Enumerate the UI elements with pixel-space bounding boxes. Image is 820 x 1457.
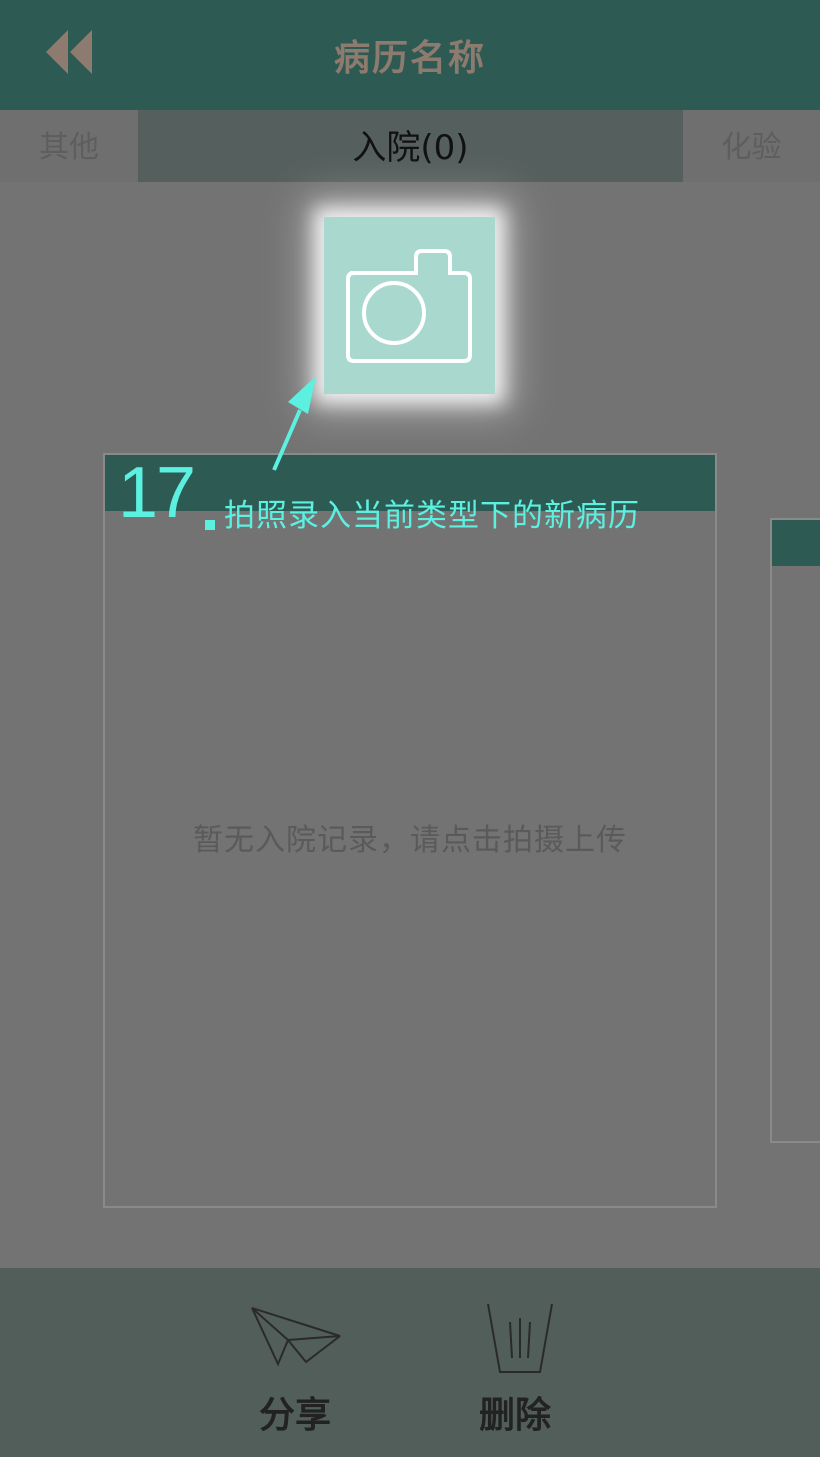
delete-label: 删除 [478, 1395, 551, 1436]
camera-icon [346, 249, 472, 363]
delete-button[interactable]: 删除 [460, 1298, 570, 1448]
app-header: 病历名称 [0, 0, 820, 110]
pointer-arrow-icon [272, 376, 316, 471]
tutorial-step-number: 17 [118, 453, 196, 533]
next-record-card [770, 518, 820, 1143]
next-card-header [772, 520, 820, 566]
tab-admission[interactable]: 入院(0) [138, 110, 683, 182]
tab-bar: 其他 入院(0) 化验 [0, 110, 820, 182]
paper-plane-icon [251, 1307, 341, 1367]
empty-state-text: 暂无入院记录，请点击拍摄上传 [193, 823, 627, 858]
tab-lab-test[interactable]: 化验 [683, 110, 820, 182]
tutorial-hint-text: 拍照录入当前类型下的新病历 [224, 498, 640, 534]
tutorial-step-dot [205, 520, 215, 530]
record-card: 暂无入院记录，请点击拍摄上传 [103, 453, 717, 1208]
page-title: 病历名称 [333, 38, 486, 79]
bottom-toolbar: 分享 删除 [0, 1268, 820, 1457]
tab-other[interactable]: 其他 [0, 110, 138, 182]
share-button[interactable]: 分享 [240, 1298, 350, 1448]
share-label: 分享 [258, 1395, 331, 1436]
camera-button[interactable] [324, 217, 495, 394]
trash-bin-icon [487, 1303, 553, 1373]
